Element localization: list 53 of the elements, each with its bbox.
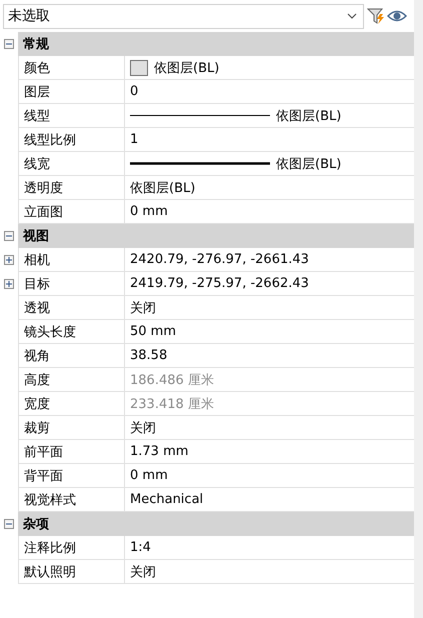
property-label: 宽度 <box>24 396 50 412</box>
property-value: 关闭 <box>130 420 156 436</box>
property-value: 233.418 厘米 <box>130 396 214 412</box>
section-header[interactable]: 杂项 <box>18 512 414 536</box>
property-label: 默认照明 <box>24 564 76 580</box>
property-label: 目标 <box>24 276 50 292</box>
property-label: 透视 <box>24 300 50 316</box>
property-label: 注释比例 <box>24 540 76 556</box>
property-label: 背平面 <box>24 468 63 484</box>
property-value: 1:4 <box>130 540 151 555</box>
property-value: 2420.79, -276.97, -2661.43 <box>130 252 309 267</box>
property-value: 依图层(BL) <box>276 108 342 124</box>
property-label: 裁剪 <box>24 420 50 436</box>
property-label: 图层 <box>24 84 50 100</box>
collapse-icon[interactable] <box>4 231 14 241</box>
property-value: 依图层(BL) <box>130 180 196 196</box>
property-value: 0 mm <box>130 204 168 219</box>
property-label: 前平面 <box>24 444 63 460</box>
expand-icon[interactable] <box>4 279 14 289</box>
property-value: 0 <box>130 84 138 99</box>
filter-icon[interactable] <box>367 7 385 25</box>
property-value: 关闭 <box>130 300 156 316</box>
property-label: 透明度 <box>24 180 63 196</box>
property-value: 1.73 mm <box>130 444 188 459</box>
property-label: 视觉样式 <box>24 492 76 508</box>
property-value: 1 <box>130 132 138 147</box>
property-value: 关闭 <box>130 564 156 580</box>
section-header[interactable]: 常规 <box>18 32 414 56</box>
chevron-down-icon <box>347 13 357 19</box>
property-label: 镜头长度 <box>24 324 76 340</box>
property-value: 50 mm <box>130 324 176 339</box>
property-label: 立面图 <box>24 204 63 220</box>
property-value: 2419.79, -275.97, -2662.43 <box>130 276 309 291</box>
property-label: 线型比例 <box>24 132 76 148</box>
property-label: 颜色 <box>24 60 50 76</box>
property-value: 0 mm <box>130 468 168 483</box>
property-label: 视角 <box>24 348 50 364</box>
property-label: 相机 <box>24 252 50 268</box>
property-label: 线型 <box>24 108 50 124</box>
section-header[interactable]: 视图 <box>18 224 414 248</box>
property-label: 线宽 <box>24 156 50 172</box>
eye-icon[interactable] <box>387 9 407 23</box>
property-value: Mechanical <box>130 492 204 507</box>
color-swatch <box>130 60 148 76</box>
property-label: 高度 <box>24 372 50 388</box>
property-value: 依图层(BL) <box>276 156 342 172</box>
expand-icon[interactable] <box>4 255 14 265</box>
collapse-icon[interactable] <box>4 519 14 529</box>
property-value: 依图层(BL) <box>154 60 220 76</box>
property-value: 38.58 <box>130 348 168 363</box>
property-value: 186.486 厘米 <box>130 372 214 388</box>
collapse-icon[interactable] <box>4 39 14 49</box>
selection-dropdown[interactable]: 未选取 <box>3 4 364 28</box>
